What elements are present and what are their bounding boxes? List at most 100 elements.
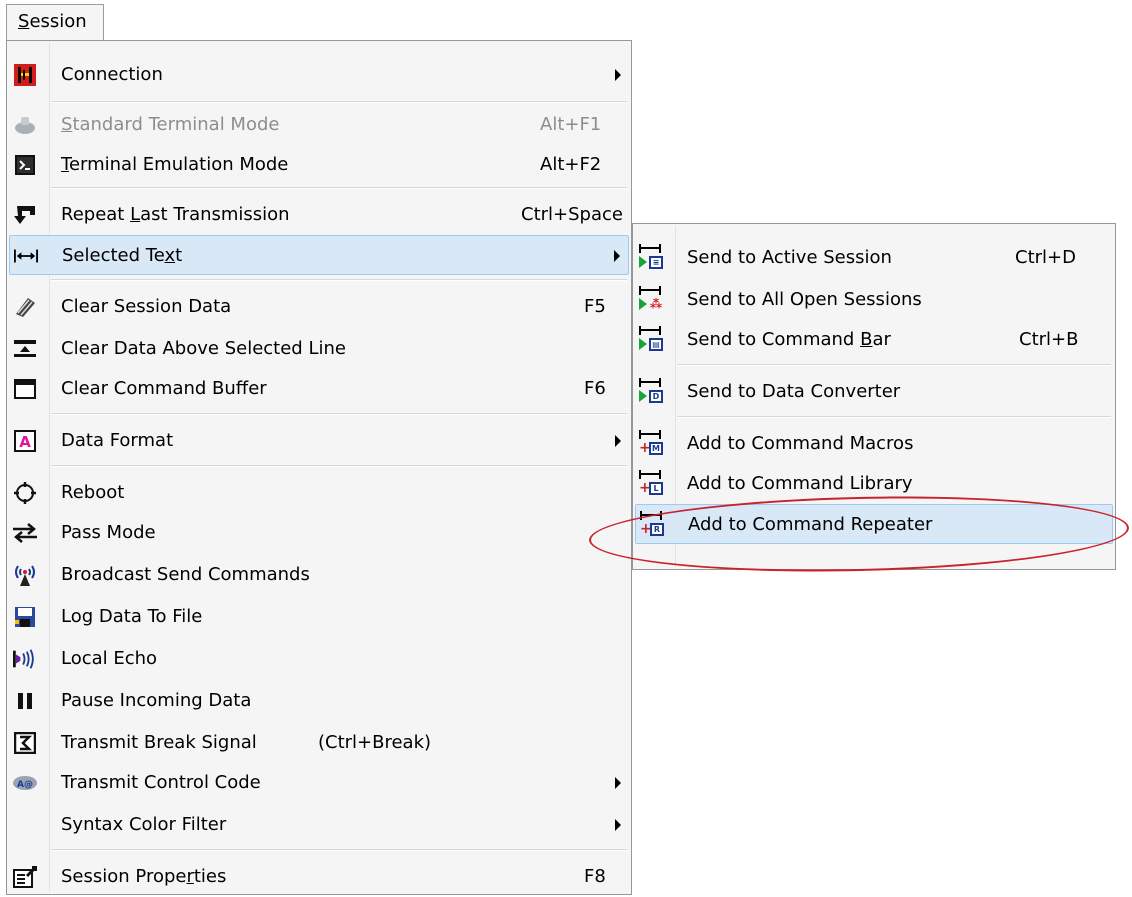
menu-item-label: Add to Command Macros	[687, 433, 914, 454]
menu-item-terminal-emulation-mode[interactable]: Terminal Emulation Mode Alt+F2	[9, 145, 629, 185]
menu-item-label: Repeat Last Transmission	[61, 204, 290, 225]
submenu-item-add-to-command-macros[interactable]: + M Add to Command Macros	[635, 424, 1113, 464]
data-format-icon: A	[13, 429, 37, 453]
eraser-icon	[13, 295, 37, 319]
menu-item-label: Local Echo	[61, 648, 158, 669]
menu-item-local-echo[interactable]: Local Echo	[9, 639, 629, 679]
svg-text:A: A	[19, 433, 31, 451]
menu-item-label: Send to Active Session	[687, 247, 892, 268]
submenu-item-send-to-all-open-sessions[interactable]: ⁂ Send to All Open Sessions	[635, 280, 1113, 320]
separator	[51, 101, 627, 103]
svg-text:A@: A@	[17, 780, 33, 790]
menu-item-label: Connection	[61, 64, 163, 85]
repeat-icon	[13, 203, 37, 227]
menu-item-label: Pause Incoming Data	[61, 690, 252, 711]
menu-item-label: Log Data To File	[61, 606, 203, 627]
menu-item-shortcut: F6	[584, 378, 606, 399]
menu-item-label: Broadcast Send Commands	[61, 564, 310, 585]
separator	[51, 849, 627, 851]
add-to-command-library-icon: + L	[639, 470, 663, 496]
separator	[677, 416, 1111, 418]
separator	[51, 187, 627, 189]
break-signal-icon	[13, 731, 37, 755]
menu-item-clear-command-buffer[interactable]: Clear Command Buffer F6	[9, 369, 629, 409]
menu-item-clear-session-data[interactable]: Clear Session Data F5	[9, 287, 629, 327]
standard-terminal-icon	[13, 113, 37, 137]
separator	[51, 413, 627, 415]
menu-item-label: Transmit Control Code	[61, 772, 261, 793]
send-to-active-session-icon: ≡	[639, 244, 663, 270]
menu-item-transmit-control-code[interactable]: A@ Transmit Control Code	[9, 763, 629, 803]
pause-icon	[13, 689, 37, 713]
menu-item-standard-terminal-mode[interactable]: Standard Terminal Mode Alt+F1	[9, 105, 629, 145]
menu-item-shortcut: Alt+F2	[540, 154, 602, 175]
terminal-emulation-icon	[13, 153, 37, 177]
clear-buffer-icon	[13, 377, 37, 401]
menu-item-shortcut: F5	[584, 296, 606, 317]
submenu-arrow-icon	[615, 69, 621, 81]
submenu-arrow-icon	[615, 819, 621, 831]
submenu-arrow-icon	[615, 435, 621, 447]
menu-item-shortcut: (Ctrl+Break)	[318, 732, 432, 753]
session-menubar-item[interactable]: Session	[6, 4, 104, 40]
local-echo-icon	[13, 647, 37, 671]
menu-item-data-format[interactable]: A Data Format	[9, 421, 629, 461]
send-to-data-converter-icon: D	[639, 378, 663, 404]
menu-item-label: Send to Command Bar	[687, 329, 891, 350]
menu-item-broadcast-send-commands[interactable]: Broadcast Send Commands	[9, 555, 629, 595]
menu-item-label: Syntax Color Filter	[61, 814, 227, 835]
clear-above-icon	[13, 337, 37, 361]
submenu-arrow-icon	[615, 777, 621, 789]
separator	[51, 465, 627, 467]
menu-item-label: Selected Text	[62, 245, 183, 266]
menu-item-syntax-color-filter[interactable]: Syntax Color Filter	[9, 805, 629, 845]
reboot-icon	[13, 481, 37, 505]
session-menubar-label: ession	[29, 11, 87, 32]
add-to-command-macros-icon: + M	[639, 430, 663, 456]
menu-item-shortcut: F8	[584, 866, 606, 887]
session-access-key: S	[18, 11, 30, 32]
submenu-arrow-icon	[614, 250, 620, 262]
menu-item-label: Send to All Open Sessions	[687, 289, 922, 310]
menu-item-shortcut: Alt+F1	[540, 114, 602, 135]
menu-item-label: Send to Data Converter	[687, 381, 901, 402]
menu-item-selected-text[interactable]: Selected Text	[9, 235, 629, 275]
menu-item-label: Pass Mode	[61, 522, 156, 543]
menu-item-label: Terminal Emulation Mode	[61, 154, 289, 175]
menu-item-label: Reboot	[61, 482, 125, 503]
menu-item-label: Standard Terminal Mode	[61, 114, 280, 135]
send-to-command-bar-icon: ▤	[639, 326, 663, 352]
menu-item-shortcut: Ctrl+B	[1019, 329, 1079, 350]
selected-text-icon	[14, 244, 38, 268]
send-to-all-sessions-icon: ⁂	[639, 286, 663, 312]
menu-item-reboot[interactable]: Reboot	[9, 473, 629, 513]
control-code-icon: A@	[13, 771, 37, 795]
pass-mode-icon	[13, 521, 37, 545]
broadcast-icon	[13, 563, 37, 587]
separator	[677, 364, 1111, 366]
save-log-icon	[13, 605, 37, 629]
menu-item-label: Data Format	[61, 430, 174, 451]
submenu-item-send-to-active-session[interactable]: ≡ Send to Active Session Ctrl+D	[635, 238, 1113, 278]
menu-item-label: Session Properties	[61, 866, 227, 887]
menu-item-pass-mode[interactable]: Pass Mode	[9, 513, 629, 553]
menu-item-label: Clear Session Data	[61, 296, 232, 317]
menu-item-repeat-last-transmission[interactable]: Repeat Last Transmission Ctrl+Space	[9, 195, 629, 235]
menu-item-log-data-to-file[interactable]: Log Data To File	[9, 597, 629, 637]
submenu-item-send-to-data-converter[interactable]: D Send to Data Converter	[635, 372, 1113, 412]
menu-item-clear-data-above-selected-line[interactable]: Clear Data Above Selected Line	[9, 329, 629, 369]
properties-icon	[13, 865, 37, 889]
menu-item-shortcut: Ctrl+Space	[521, 204, 623, 225]
menu-item-label: Clear Command Buffer	[61, 378, 267, 399]
menu-item-session-properties[interactable]: Session Properties F8	[9, 857, 629, 897]
connection-icon	[13, 63, 37, 87]
menu-item-shortcut: Ctrl+D	[1015, 247, 1076, 268]
submenu-item-send-to-command-bar[interactable]: ▤ Send to Command Bar Ctrl+B	[635, 320, 1113, 360]
menu-item-label: Clear Data Above Selected Line	[61, 338, 346, 359]
menu-item-pause-incoming-data[interactable]: Pause Incoming Data	[9, 681, 629, 721]
menu-item-connection[interactable]: Connection	[9, 55, 629, 95]
menu-item-label: Transmit Break Signal	[61, 732, 257, 753]
menu-item-transmit-break-signal[interactable]: Transmit Break Signal (Ctrl+Break)	[9, 723, 629, 763]
menu-item-label: Add to Command Library	[687, 473, 913, 494]
separator	[51, 279, 627, 281]
